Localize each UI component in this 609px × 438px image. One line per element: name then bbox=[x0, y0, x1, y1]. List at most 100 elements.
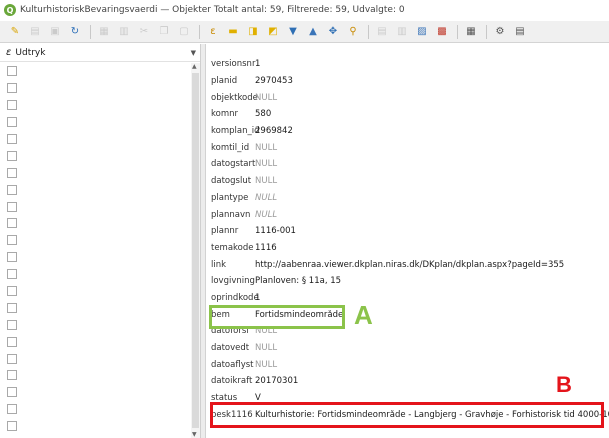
attribute-row: plantype NULL bbox=[207, 190, 609, 207]
list-item[interactable] bbox=[0, 97, 192, 114]
delete-icon[interactable]: ▥ bbox=[117, 25, 131, 39]
attribute-value-field[interactable]: NULL bbox=[255, 343, 609, 353]
list-item[interactable] bbox=[0, 147, 192, 164]
feature-checkbox[interactable] bbox=[7, 404, 17, 415]
attribute-row: komtil_id NULL bbox=[207, 139, 609, 156]
copy-icon[interactable]: ❐ bbox=[157, 25, 171, 39]
list-item[interactable] bbox=[0, 283, 192, 300]
attribute-value-field[interactable]: 1 bbox=[255, 59, 609, 69]
feature-checkbox[interactable] bbox=[7, 83, 17, 94]
add-feature-icon[interactable]: ▦ bbox=[97, 25, 111, 39]
scroll-up-icon[interactable]: ▲ bbox=[192, 63, 197, 70]
attribute-value-field[interactable]: http://aabenraa.viewer.dkplan.niras.dk/D… bbox=[255, 260, 609, 270]
feature-checkbox[interactable] bbox=[7, 201, 17, 212]
list-item[interactable] bbox=[0, 418, 192, 435]
field-calculator-icon[interactable]: ▨ bbox=[415, 25, 429, 39]
list-item[interactable] bbox=[0, 63, 192, 80]
feature-checkbox[interactable] bbox=[7, 286, 17, 297]
list-item[interactable] bbox=[0, 131, 192, 148]
dock-icon[interactable]: ▦ bbox=[464, 25, 478, 39]
feature-checkbox[interactable] bbox=[7, 269, 17, 280]
feature-checkbox[interactable] bbox=[7, 252, 17, 263]
attribute-value-field[interactable]: NULL bbox=[255, 93, 609, 103]
feature-checkbox[interactable] bbox=[7, 150, 17, 161]
list-item[interactable] bbox=[0, 316, 192, 333]
attribute-label: datogstart bbox=[211, 159, 256, 170]
conditional-format-icon[interactable]: ▩ bbox=[435, 25, 449, 39]
chevron-down-icon[interactable]: ▼ bbox=[191, 49, 196, 57]
list-item[interactable] bbox=[0, 198, 192, 215]
attribute-value-field[interactable]: Planloven: § 11a, 15 bbox=[255, 276, 609, 286]
list-item[interactable] bbox=[0, 401, 192, 418]
attribute-value-field[interactable]: NULL bbox=[255, 176, 609, 186]
cut-icon[interactable]: ✂ bbox=[137, 25, 151, 39]
feature-checkbox[interactable] bbox=[7, 336, 17, 347]
attribute-label: datoaflyst bbox=[211, 359, 254, 370]
list-item[interactable] bbox=[0, 266, 192, 283]
feature-checkbox[interactable] bbox=[7, 218, 17, 229]
toolbar-separator bbox=[368, 24, 369, 39]
form-view-icon[interactable]: ▤ bbox=[513, 25, 527, 39]
multi-edit-icon[interactable]: ▤ bbox=[28, 25, 42, 39]
attribute-label: datoikraft bbox=[211, 376, 253, 387]
feature-checkbox[interactable] bbox=[7, 370, 17, 381]
attribute-value-field[interactable]: 2969842 bbox=[255, 126, 609, 136]
feature-checkbox[interactable] bbox=[7, 184, 17, 195]
feature-checkbox[interactable] bbox=[7, 167, 17, 178]
save-icon[interactable]: ▣ bbox=[48, 25, 62, 39]
expression-select-icon[interactable]: ε bbox=[206, 25, 220, 39]
expression-header[interactable]: ε Udtryk ▼ bbox=[0, 44, 200, 62]
invert-selection-icon[interactable]: ◨ bbox=[246, 25, 260, 39]
move-selection-top-icon[interactable]: ▲ bbox=[306, 25, 320, 39]
attribute-value-field[interactable]: NULL bbox=[255, 143, 609, 153]
list-item[interactable] bbox=[0, 215, 192, 232]
zoom-to-selection-icon[interactable]: ⚲ bbox=[346, 25, 360, 39]
deselect-icon[interactable]: ◩ bbox=[266, 25, 280, 39]
attribute-row: datoaflyst NULL bbox=[207, 356, 609, 373]
list-item[interactable] bbox=[0, 164, 192, 181]
paste-icon[interactable]: ▢ bbox=[177, 25, 191, 39]
feature-checkbox[interactable] bbox=[7, 387, 17, 398]
list-item[interactable] bbox=[0, 80, 192, 97]
list-item[interactable] bbox=[0, 350, 192, 367]
attribute-value-field[interactable]: NULL bbox=[255, 360, 609, 370]
feature-checkbox[interactable] bbox=[7, 353, 17, 364]
filter-icon[interactable]: ▼ bbox=[286, 25, 300, 39]
feature-checkbox[interactable] bbox=[7, 100, 17, 111]
select-all-icon[interactable]: ▬ bbox=[226, 25, 240, 39]
actions-icon[interactable]: ⚙ bbox=[493, 25, 507, 39]
attribute-value-field[interactable]: NULL bbox=[255, 193, 609, 203]
reload-icon[interactable]: ↻ bbox=[68, 25, 82, 39]
attribute-value-field[interactable]: 2970453 bbox=[255, 76, 609, 86]
list-item[interactable] bbox=[0, 114, 192, 131]
list-item[interactable] bbox=[0, 367, 192, 384]
attribute-value-field[interactable]: 580 bbox=[255, 109, 609, 119]
attribute-value-field[interactable]: 1116 bbox=[255, 243, 609, 253]
feature-list-scrollbar[interactable]: ▲ ▼ bbox=[191, 63, 200, 438]
panel-splitter[interactable] bbox=[201, 44, 206, 438]
list-item[interactable] bbox=[0, 384, 192, 401]
list-item[interactable] bbox=[0, 232, 192, 249]
attribute-value-field[interactable]: NULL bbox=[255, 210, 609, 220]
feature-checkbox[interactable] bbox=[7, 319, 17, 330]
list-item[interactable] bbox=[0, 249, 192, 266]
new-field-icon[interactable]: ▤ bbox=[375, 25, 389, 39]
pan-to-selection-icon[interactable]: ✥ bbox=[326, 25, 340, 39]
feature-checkbox[interactable] bbox=[7, 66, 17, 77]
feature-checkbox[interactable] bbox=[7, 302, 17, 313]
list-item[interactable] bbox=[0, 333, 192, 350]
feature-checkbox[interactable] bbox=[7, 134, 17, 144]
pencil-icon[interactable]: ✎ bbox=[8, 25, 22, 39]
attribute-label: versionsnr bbox=[211, 59, 256, 70]
list-item[interactable] bbox=[0, 299, 192, 316]
delete-field-icon[interactable]: ▥ bbox=[395, 25, 409, 39]
scroll-down-icon[interactable]: ▼ bbox=[192, 431, 197, 438]
feature-checkbox[interactable] bbox=[7, 235, 17, 246]
feature-checkbox[interactable] bbox=[7, 421, 17, 432]
attribute-value-field[interactable]: NULL bbox=[255, 159, 609, 169]
feature-checkbox[interactable] bbox=[7, 117, 17, 128]
attribute-value-field[interactable]: 1116-001 bbox=[255, 226, 609, 236]
scrollbar-thumb[interactable] bbox=[192, 73, 199, 428]
attribute-value-field[interactable]: 1 bbox=[255, 293, 609, 303]
list-item[interactable] bbox=[0, 181, 192, 198]
